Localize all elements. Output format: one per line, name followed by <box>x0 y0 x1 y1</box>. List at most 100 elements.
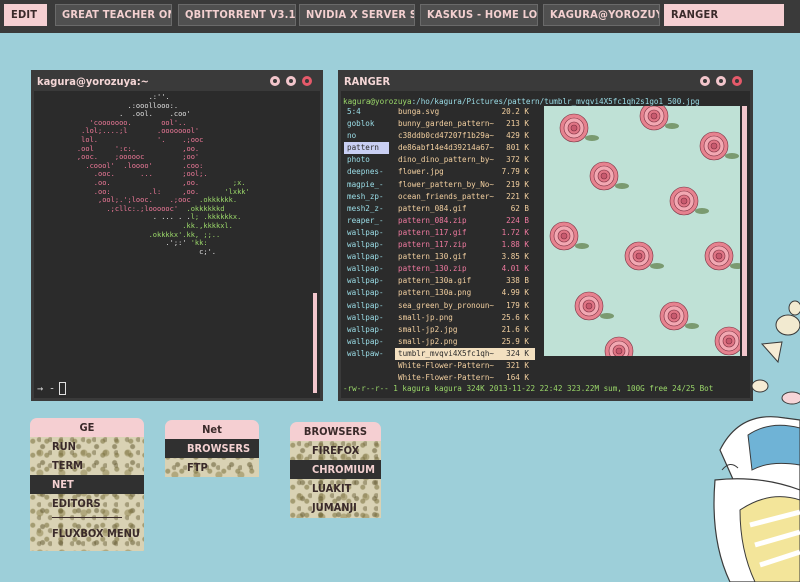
file-name: pattern_084.gif <box>398 203 467 213</box>
file-list-item[interactable]: pattern_130a.png 4.99 K <box>395 287 535 299</box>
menu-item-ftp[interactable]: FTP <box>165 458 259 477</box>
parent-dir-item[interactable]: no <box>344 130 389 142</box>
file-list-item[interactable]: dino_dino_pattern_by~ 372 K <box>395 154 535 166</box>
terminal-scrollbar[interactable] <box>313 293 317 393</box>
file-list-item[interactable]: pattern_084.zip 224 B <box>395 215 535 227</box>
parent-dir-item[interactable]: deepnes- <box>344 166 389 178</box>
minimize-icon[interactable] <box>700 76 710 86</box>
parent-dir-item[interactable]: wallpaw- <box>344 348 389 360</box>
maximize-icon[interactable] <box>286 76 296 86</box>
taskbar-button-ranger[interactable]: ranger <box>664 4 784 26</box>
file-list-item[interactable]: pattern_084.gif 62 B <box>395 203 535 215</box>
parent-dir-item[interactable]: wallpap- <box>344 324 389 336</box>
rose-petal <box>615 347 623 355</box>
rose-petal <box>635 252 643 260</box>
menu-separator <box>52 517 122 518</box>
menu-item-jumanji[interactable]: Jumanji <box>290 498 381 517</box>
file-list-item[interactable]: sea_green_by_pronoun~ 179 K <box>395 300 535 312</box>
parent-dir-item[interactable]: wallpap- <box>344 251 389 263</box>
parent-dir-item[interactable]: wallpap- <box>344 312 389 324</box>
taskbar-button-nvidia-settings[interactable]: NVIDIA X Server Setti <box>299 4 415 26</box>
rose-petal <box>570 124 578 132</box>
file-name: small-jp.png <box>398 312 453 322</box>
file-list-item[interactable]: pattern_130a.gif 338 B <box>395 275 535 287</box>
terminal-window[interactable]: kagura@yorozuya:~ .:''. .:ooollooo:. . .… <box>31 70 323 401</box>
file-list-item[interactable]: flower_pattern_by_No~ 219 K <box>395 179 535 191</box>
ranger-window[interactable]: ranger kagura@yorozuya:/ho/kagura/Pictur… <box>338 70 753 401</box>
file-list-column[interactable]: bunga.svg 20.2 K bunny_garden_pattern~ 213 … <box>395 106 535 384</box>
menu-item-run[interactable]: Run <box>30 437 144 456</box>
taskbar-button-great-teacher-onizu[interactable]: Great Teacher Onizu <box>55 4 172 26</box>
file-size: 4.99 K <box>501 288 529 298</box>
menu-item-luakit[interactable]: Luakit <box>290 479 381 498</box>
maximize-icon[interactable] <box>716 76 726 86</box>
file-list-item[interactable]: pattern_130.gif 3.85 K <box>395 251 535 263</box>
ranger-title: ranger <box>344 75 391 88</box>
root-menu-title: GE <box>30 418 144 437</box>
close-icon[interactable] <box>732 76 742 86</box>
rose-petal <box>715 252 723 260</box>
menu-item-net[interactable]: Net <box>30 475 144 494</box>
minimize-icon[interactable] <box>270 76 280 86</box>
menu-item-term[interactable]: Term <box>30 456 144 475</box>
ranger-titlebar[interactable]: ranger <box>341 73 750 91</box>
file-list-item[interactable]: pattern_117.gif 1.72 K <box>395 227 535 239</box>
parent-dir-item[interactable]: magpie_- <box>344 179 389 191</box>
browsers-menu[interactable]: Browsers Firefox Chromium Luakit Jumanji <box>290 422 381 518</box>
taskbar-button-kaskus[interactable]: Kaskus - Home Login <box>420 4 538 26</box>
rose-leaf <box>665 123 679 129</box>
net-menu[interactable]: Net Browsers FTP <box>165 420 259 477</box>
parent-dir-item[interactable]: wallpap- <box>344 275 389 287</box>
menu-item-fluxbox-menu[interactable]: Fluxbox Menu <box>30 524 144 543</box>
file-list-item[interactable]: de86abf14e4d39214a67~ 801 K <box>395 142 535 154</box>
parent-dir-item[interactable]: 5:4 <box>344 106 389 118</box>
file-list-item[interactable]: bunny_garden_pattern~ 213 K <box>395 118 535 130</box>
menu-item-browsers[interactable]: Browsers <box>165 439 259 458</box>
parent-dir-item[interactable]: wallpap- <box>344 227 389 239</box>
parent-dir-item[interactable]: mesh2_z- <box>344 203 389 215</box>
parent-dir-item[interactable]: wallpap- <box>344 336 389 348</box>
file-list-item[interactable]: small-jp2.jpg 21.6 K <box>395 324 535 336</box>
parent-dir-item[interactable]: wallpap- <box>344 287 389 299</box>
taskbar-button-edit[interactable]: Edit <box>4 4 47 26</box>
file-list-item[interactable]: pattern_117.zip 1.88 K <box>395 239 535 251</box>
prompt-text: → - <box>37 383 56 395</box>
parent-dir-item[interactable]: pattern <box>344 142 389 155</box>
file-name: bunga.svg <box>398 107 440 116</box>
ranger-statusbar: -rw-r--r-- 1 kagura kagura 324K 2013-11-… <box>343 384 714 393</box>
terminal-titlebar[interactable]: kagura@yorozuya:~ <box>34 73 320 91</box>
file-list-item[interactable]: flower.jpg 7.79 K <box>395 166 535 178</box>
file-list-item[interactable]: White-Flower-Pattern~ 164 K <box>395 372 535 384</box>
net-menu-title: Net <box>165 420 259 439</box>
root-menu[interactable]: GE Run Term Net Editors Fluxbox Menu <box>30 418 144 551</box>
file-list-item[interactable]: pattern_130.zip 4.01 K <box>395 263 535 275</box>
close-icon[interactable] <box>302 76 312 86</box>
file-size: 7.79 K <box>501 167 529 177</box>
parent-directory-column[interactable]: 5:4 goblok no pattern photo deepnes-magpie_- m… <box>344 106 389 360</box>
menu-item-firefox[interactable]: Firefox <box>290 441 381 460</box>
file-list-item[interactable]: small-jp2.png 25.9 K <box>395 336 535 348</box>
parent-dir-item[interactable]: wallpap- <box>344 300 389 312</box>
file-list-item[interactable]: ocean_friends_patter~ 221 K <box>395 191 535 203</box>
browsers-menu-title: Browsers <box>290 422 381 441</box>
parent-dir-item[interactable]: wallpap- <box>344 263 389 275</box>
wallpaper-character-illustration <box>713 300 800 582</box>
parent-dir-item[interactable]: reaper_- <box>344 215 389 227</box>
file-list-item[interactable]: White-Flower-Pattern~ 321 K <box>395 360 535 372</box>
taskbar-button-terminal[interactable]: kagura@yorozuya: <box>543 4 660 26</box>
rose-petal <box>650 112 658 120</box>
menu-item-chromium[interactable]: Chromium <box>290 460 381 479</box>
taskbar-button-qbittorrent[interactable]: qBittorrent v3.1.3 <box>178 4 296 26</box>
file-size: 20.2 K <box>501 107 529 116</box>
menu-item-editors[interactable]: Editors <box>30 494 144 513</box>
parent-dir-item[interactable]: mesh_zp- <box>344 191 389 203</box>
file-list-item[interactable]: small-jp.png 25.6 K <box>395 312 535 324</box>
file-list-item[interactable]: tumblr_mvqvi4X5fc1qh~ 324 K <box>395 347 535 360</box>
file-size: 62 B <box>510 203 529 213</box>
parent-dir-item[interactable]: goblok <box>344 118 389 130</box>
parent-dir-item[interactable]: wallpap- <box>344 239 389 251</box>
terminal-prompt[interactable]: → - <box>37 382 67 395</box>
parent-dir-item[interactable]: photo <box>344 154 389 166</box>
file-list-item[interactable]: c38ddb0cd47207f1b29a~ 429 K <box>395 130 535 142</box>
file-list-item[interactable]: bunga.svg 20.2 K <box>395 106 535 118</box>
